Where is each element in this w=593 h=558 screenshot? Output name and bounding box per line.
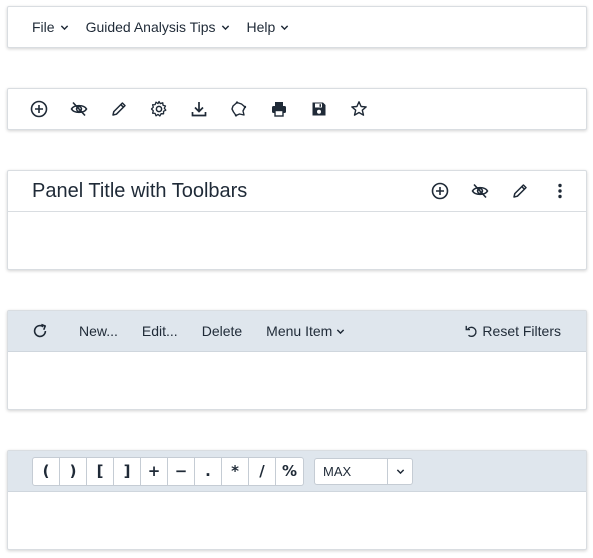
reset-filters-label: Reset Filters [482, 323, 561, 339]
menu-file[interactable]: File [32, 19, 69, 35]
close-paren-button[interactable]: ) [60, 457, 87, 485]
hide-eye-icon[interactable] [470, 181, 490, 201]
edit-pencil-icon[interactable] [109, 99, 129, 119]
reset-filters-button[interactable]: Reset Filters [464, 311, 561, 351]
star-icon[interactable] [349, 99, 369, 119]
menu-file-label: File [32, 19, 55, 35]
delete-button[interactable]: Delete [202, 323, 242, 339]
add-circle-icon[interactable] [29, 99, 49, 119]
chevron-down-icon [281, 24, 289, 30]
menu-item-dropdown[interactable]: Menu Item [266, 323, 345, 339]
add-circle-icon[interactable] [430, 181, 450, 201]
save-icon[interactable] [309, 99, 329, 119]
chevron-down-icon [337, 328, 345, 334]
function-select-value: MAX [323, 463, 352, 479]
reset-icon [465, 325, 478, 337]
percent-button[interactable]: % [276, 458, 303, 485]
chevron-down-icon [221, 24, 229, 30]
hide-eye-icon[interactable] [69, 99, 89, 119]
calculator-bar: ( ) [ ] + − . * / % MAX [8, 451, 586, 492]
new-button[interactable]: New... [79, 323, 118, 339]
select-caret [387, 458, 412, 484]
region-map-icon[interactable] [229, 99, 249, 119]
panel: Panel Title with Toolbars [7, 170, 587, 270]
menu-guided-label: Guided Analysis Tips [85, 19, 216, 35]
panel-toolbar [410, 181, 570, 201]
close-bracket-button[interactable]: ] [114, 457, 141, 485]
more-vertical-icon[interactable] [550, 181, 570, 201]
menu-help-label: Help [246, 19, 276, 35]
panel-title: Panel Title with Toolbars [32, 179, 248, 202]
menu-help[interactable]: Help [247, 19, 290, 35]
print-icon[interactable] [269, 99, 289, 119]
panel-header: Panel Title with Toolbars [8, 171, 586, 212]
function-select[interactable]: MAX [314, 457, 413, 485]
open-paren-button[interactable]: ( [33, 457, 60, 485]
settings-gear-icon[interactable] [149, 99, 169, 119]
menu-bar: File Guided Analysis Tips Help [7, 6, 587, 48]
edit-button[interactable]: Edit... [142, 323, 178, 339]
menu-guided-analysis-tips[interactable]: Guided Analysis Tips [86, 19, 230, 35]
plus-button[interactable]: + [141, 457, 168, 485]
minus-button[interactable]: − [168, 457, 195, 485]
refresh-icon[interactable] [31, 322, 49, 340]
multiply-button[interactable]: * [222, 457, 249, 485]
divide-button[interactable]: / [249, 457, 276, 485]
open-bracket-button[interactable]: [ [87, 457, 114, 485]
edit-pencil-icon[interactable] [510, 181, 530, 201]
icon-toolbar [7, 88, 587, 130]
download-icon[interactable] [189, 99, 209, 119]
operator-button-group: ( ) [ ] + − . * / % [32, 456, 304, 486]
menu-item-label: Menu Item [266, 323, 333, 339]
action-bar: New... Edit... Delete Menu Item Reset Fi… [8, 311, 586, 352]
chevron-down-icon [60, 24, 68, 30]
actions-panel: New... Edit... Delete Menu Item Reset Fi… [7, 310, 587, 410]
decimal-button[interactable]: . [195, 457, 222, 485]
chevron-down-icon [396, 468, 404, 474]
calculator-panel: ( ) [ ] + − . * / % MAX [7, 450, 587, 550]
